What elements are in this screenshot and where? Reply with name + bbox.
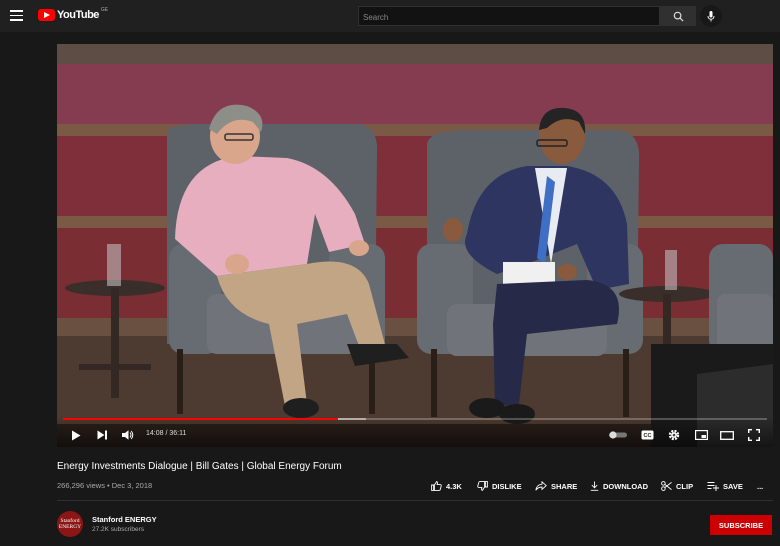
- theater-mode-button[interactable]: [719, 428, 735, 442]
- country-code: GE: [100, 7, 109, 13]
- channel-avatar[interactable]: Stanford ENERGY: [57, 511, 83, 537]
- divider: [57, 500, 773, 501]
- like-button[interactable]: 4.3K: [431, 480, 462, 492]
- subscriber-count: 27.2K subscribers: [92, 526, 145, 533]
- share-button[interactable]: SHARE: [535, 480, 577, 492]
- dislike-label: DISLIKE: [492, 481, 522, 491]
- share-label: SHARE: [551, 481, 578, 491]
- dislike-button[interactable]: DISLIKE: [477, 480, 522, 492]
- autoplay-toggle-icon: [609, 431, 627, 439]
- clip-button[interactable]: CLIP: [661, 480, 693, 492]
- play-button[interactable]: [69, 428, 83, 442]
- svg-text:CC: CC: [643, 433, 651, 439]
- video-meta: 266,296 views • Dec 3, 2018: [57, 481, 152, 490]
- video-title: Energy Investments Dialogue | Bill Gates…: [57, 461, 342, 472]
- next-button[interactable]: [95, 428, 109, 442]
- upload-date: Dec 3, 2018: [111, 481, 153, 490]
- microphone-icon: [707, 10, 715, 21]
- autoplay-toggle[interactable]: [608, 428, 628, 442]
- gear-icon: [668, 429, 680, 441]
- search-button[interactable]: [660, 6, 696, 26]
- youtube-logo[interactable]: YouTube GE: [38, 7, 109, 21]
- hamburger-menu-icon[interactable]: [10, 10, 23, 21]
- save-button[interactable]: SAVE: [707, 480, 743, 492]
- download-label: DOWNLOAD: [603, 481, 648, 491]
- fullscreen-icon: [748, 429, 760, 441]
- more-actions-icon: ...: [757, 481, 764, 491]
- subscribe-button[interactable]: SUBSCRIBE: [710, 515, 772, 535]
- view-count: 266,296 views: [57, 481, 105, 490]
- more-actions-button[interactable]: ...: [757, 480, 763, 492]
- current-time: 14:08: [146, 430, 164, 437]
- add-to-playlist-icon: [707, 482, 719, 491]
- time-display: 14:08 / 36:11: [146, 430, 186, 437]
- captions-button[interactable]: CC: [639, 428, 655, 442]
- voice-search-button[interactable]: [700, 5, 722, 27]
- volume-button[interactable]: [121, 428, 135, 442]
- miniplayer-icon: [694, 430, 708, 440]
- fullscreen-button[interactable]: [746, 428, 762, 442]
- settings-button[interactable]: [666, 428, 682, 442]
- progress-played: [63, 418, 338, 420]
- volume-icon: [122, 430, 134, 440]
- save-label: SAVE: [723, 481, 743, 491]
- download-button[interactable]: DOWNLOAD: [590, 480, 648, 492]
- search-input[interactable]: [359, 8, 659, 27]
- avatar-line-2: ENERGY: [58, 524, 82, 530]
- top-bar: YouTube GE: [0, 0, 780, 32]
- meta-separator: •: [104, 481, 112, 490]
- search-box: [358, 6, 660, 27]
- play-icon: [72, 430, 81, 440]
- video-player[interactable]: 14:08 / 36:11 CC: [57, 44, 773, 447]
- download-icon: [590, 481, 599, 491]
- logo-text: YouTube: [57, 9, 99, 21]
- theater-mode-icon: [720, 430, 734, 440]
- channel-name[interactable]: Stanford ENERGY: [92, 515, 157, 524]
- miniplayer-button[interactable]: [693, 428, 709, 442]
- total-time: 36:11: [169, 430, 187, 437]
- thumbs-up-icon: [431, 481, 442, 491]
- youtube-play-icon: [38, 9, 55, 21]
- video-frame: [57, 44, 773, 447]
- search-icon: [673, 11, 684, 22]
- captions-icon: CC: [641, 430, 653, 440]
- progress-bar[interactable]: [63, 418, 767, 420]
- thumbs-down-icon: [477, 481, 488, 491]
- clip-label: CLIP: [676, 481, 694, 491]
- like-count: 4.3K: [446, 481, 462, 491]
- scissors-icon: [661, 481, 672, 491]
- share-icon: [535, 481, 547, 491]
- next-icon: [97, 430, 107, 440]
